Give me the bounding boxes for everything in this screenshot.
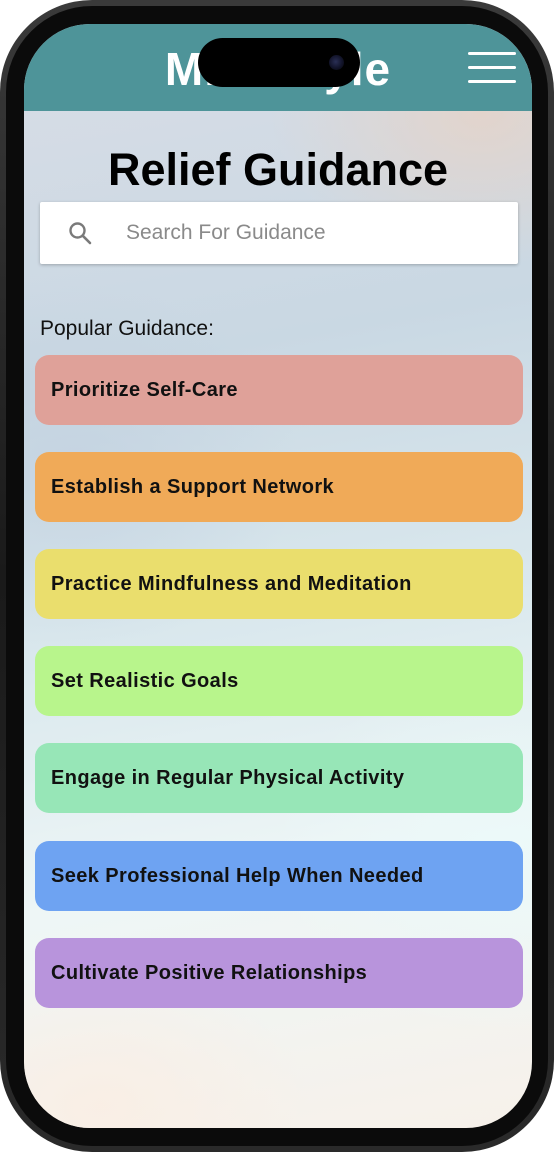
guidance-item-label: Practice Mindfulness and Meditation (51, 572, 412, 595)
guidance-item-label: Establish a Support Network (51, 475, 335, 498)
guidance-item-prioritize-self-care[interactable]: Prioritize Self-Care (35, 355, 523, 425)
guidance-item-realistic-goals[interactable]: Set Realistic Goals (35, 646, 523, 716)
guidance-item-support-network[interactable]: Establish a Support Network (35, 452, 523, 522)
guidance-item-mindfulness[interactable]: Practice Mindfulness and Meditation (35, 549, 523, 619)
page-title: Relief Guidance (107, 144, 449, 195)
guidance-item-label: Engage in Regular Physical Activity (51, 766, 405, 789)
search-bar[interactable] (40, 202, 518, 264)
guidance-item-label: Cultivate Positive Relationships (51, 961, 368, 984)
app-screen: MindStyle Relief Guidance Popular Guidan… (24, 24, 532, 1128)
search-icon[interactable] (68, 221, 92, 245)
search-input[interactable] (126, 202, 506, 264)
guidance-item-positive-relationships[interactable]: Cultivate Positive Relationships (35, 938, 523, 1008)
guidance-item-label: Seek Professional Help When Needed (51, 864, 424, 887)
front-camera-icon (329, 55, 344, 70)
hamburger-menu-icon[interactable] (468, 52, 516, 84)
guidance-item-label: Prioritize Self-Care (51, 378, 238, 401)
guidance-item-label: Set Realistic Goals (51, 669, 239, 692)
guidance-item-professional-help[interactable]: Seek Professional Help When Needed (35, 841, 523, 911)
guidance-item-physical-activity[interactable]: Engage in Regular Physical Activity (35, 743, 523, 813)
dynamic-island (198, 38, 360, 87)
popular-guidance-label: Popular Guidance: (40, 317, 214, 340)
